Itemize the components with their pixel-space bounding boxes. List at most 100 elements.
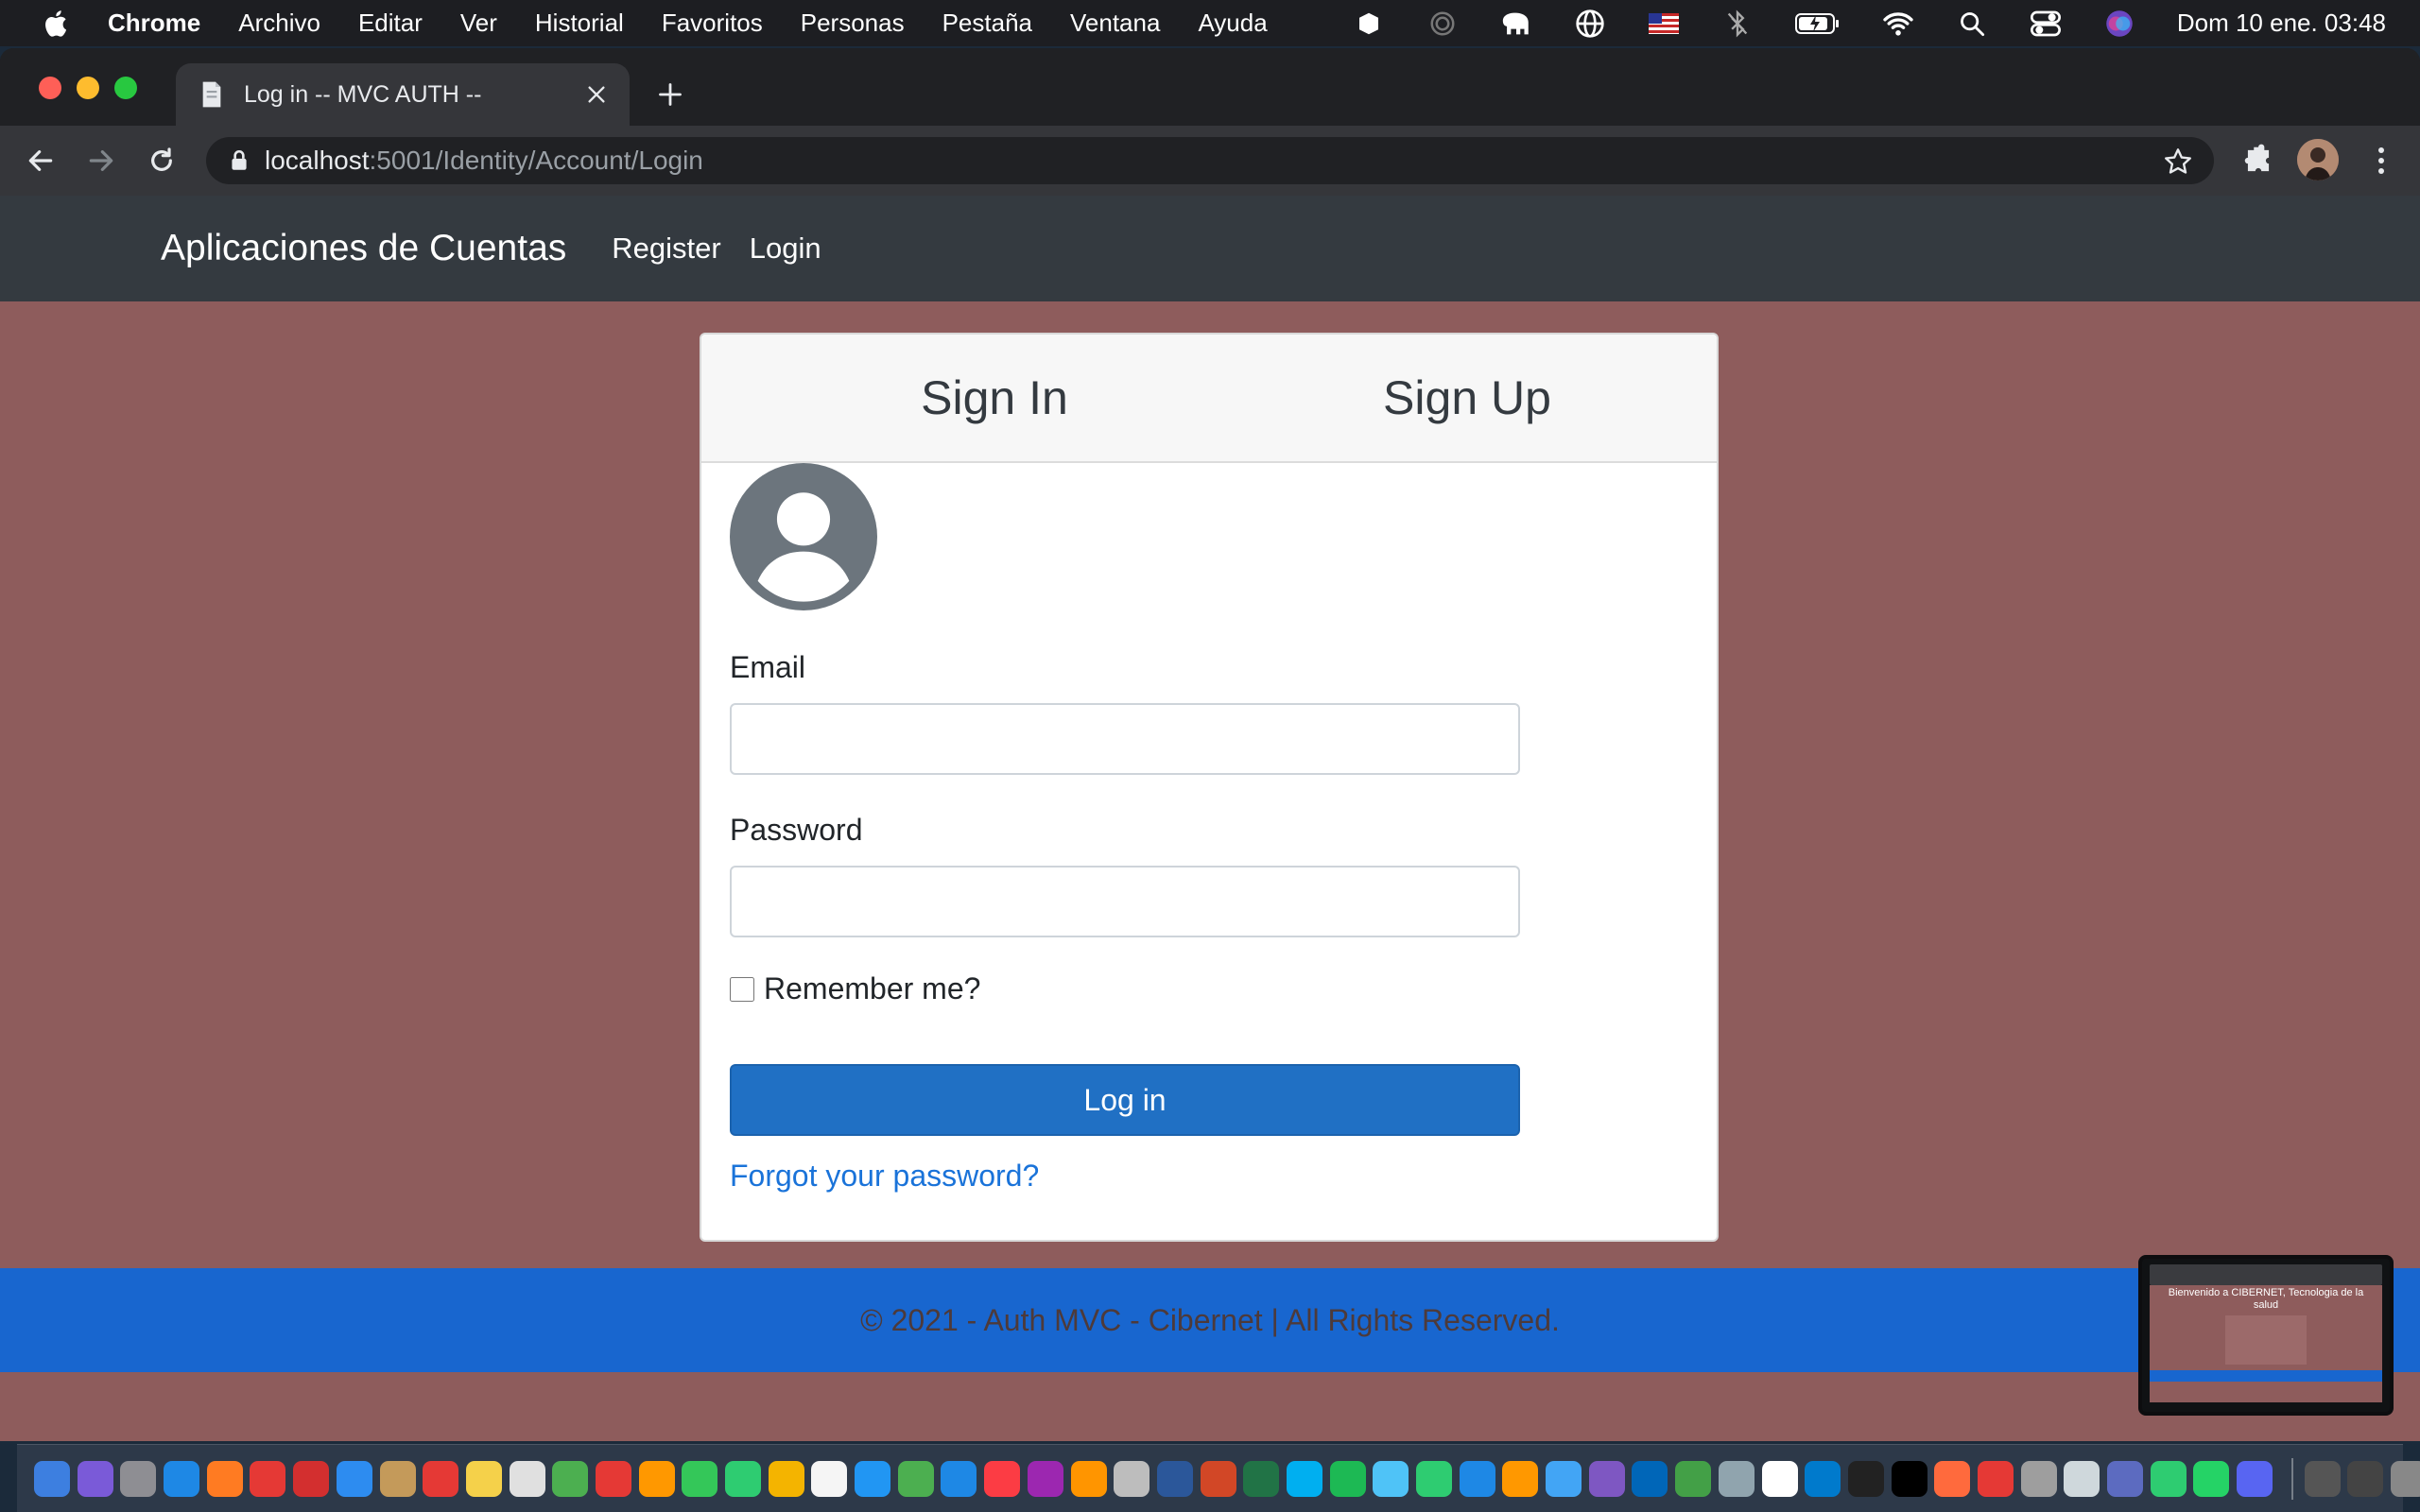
spotlight-search-icon[interactable]: [1956, 8, 1988, 40]
dock-app-icon[interactable]: [1805, 1460, 1841, 1497]
nav-register-link[interactable]: Register: [612, 232, 720, 266]
dock-app-icon[interactable]: [2150, 1460, 2187, 1497]
screenshot-thumbnail[interactable]: Bienvenido a CIBERNET, Tecnologia de la …: [2138, 1255, 2394, 1416]
reload-icon[interactable]: [144, 143, 180, 179]
log-in-button[interactable]: Log in: [730, 1064, 1520, 1136]
menu-personas[interactable]: Personas: [801, 9, 905, 38]
dock-app-icon[interactable]: [77, 1460, 113, 1497]
dock-app-icon[interactable]: [725, 1460, 761, 1497]
profile-avatar[interactable]: [2297, 139, 2339, 180]
dock-app-icon[interactable]: [941, 1460, 977, 1497]
control-center-icon[interactable]: [2030, 8, 2062, 40]
dock-app-icon[interactable]: [1718, 1460, 1754, 1497]
dock-app-icon[interactable]: [595, 1460, 631, 1497]
dock-app-icon[interactable]: [2237, 1460, 2273, 1497]
dock-minimized-window-icon[interactable]: [2304, 1460, 2341, 1497]
dock-minimized-window-icon[interactable]: [2391, 1460, 2420, 1497]
dock-app-icon[interactable]: [897, 1460, 934, 1497]
dock-app-icon[interactable]: [1977, 1460, 2014, 1497]
bluetooth-off-icon[interactable]: [1721, 8, 1754, 40]
dock-app-icon[interactable]: [1070, 1460, 1107, 1497]
menubar-clock[interactable]: Dom 10 ene. 03:48: [2177, 9, 2386, 38]
back-icon[interactable]: [23, 143, 59, 179]
dock-app-icon[interactable]: [2020, 1460, 2057, 1497]
dock-app-icon[interactable]: [1761, 1460, 1798, 1497]
dock-app-icon[interactable]: [984, 1460, 1021, 1497]
dock-app-icon[interactable]: [768, 1460, 804, 1497]
menu-editar[interactable]: Editar: [358, 9, 423, 38]
remember-me-label[interactable]: Remember me?: [764, 971, 980, 1006]
apple-icon[interactable]: [40, 7, 74, 41]
dock-app-icon[interactable]: [638, 1460, 675, 1497]
battery-icon[interactable]: [1794, 8, 1841, 40]
dock-app-icon[interactable]: [379, 1460, 416, 1497]
spinner-status-icon[interactable]: [1426, 8, 1459, 40]
password-input[interactable]: [730, 866, 1520, 937]
dock-app-icon[interactable]: [336, 1460, 372, 1497]
dock-app-icon[interactable]: [465, 1460, 502, 1497]
lock-icon[interactable]: [227, 148, 251, 173]
tab-sign-in[interactable]: Sign In: [843, 335, 1146, 461]
remember-me-checkbox[interactable]: [730, 977, 754, 1002]
close-tab-icon[interactable]: [582, 80, 611, 109]
dock-minimized-window-icon[interactable]: [2347, 1460, 2384, 1497]
tab-sign-up[interactable]: Sign Up: [1316, 335, 1618, 461]
siri-icon[interactable]: [2103, 8, 2135, 40]
dock-app-icon[interactable]: [1588, 1460, 1625, 1497]
dock-app-icon[interactable]: [509, 1460, 545, 1497]
dock-app-icon[interactable]: [250, 1460, 286, 1497]
cube-status-icon[interactable]: [1353, 8, 1385, 40]
dock-app-icon[interactable]: [1286, 1460, 1322, 1497]
dock-app-icon[interactable]: [2064, 1460, 2100, 1497]
dock-app-icon[interactable]: [206, 1460, 243, 1497]
dock-app-icon[interactable]: [1200, 1460, 1236, 1497]
dock-app-icon[interactable]: [164, 1460, 200, 1497]
dock-app-icon[interactable]: [120, 1460, 157, 1497]
site-brand-link[interactable]: Aplicaciones de Cuentas: [161, 228, 566, 269]
dock-app-icon[interactable]: [293, 1460, 330, 1497]
dock-app-icon[interactable]: [1632, 1460, 1668, 1497]
dock-app-icon[interactable]: [1675, 1460, 1712, 1497]
forgot-password-link[interactable]: Forgot your password?: [730, 1159, 1039, 1194]
dock-app-icon[interactable]: [1459, 1460, 1495, 1497]
dock-app-icon[interactable]: [1373, 1460, 1409, 1497]
us-flag-icon[interactable]: [1648, 8, 1680, 40]
dock-app-icon[interactable]: [1243, 1460, 1280, 1497]
dock-app-icon[interactable]: [2193, 1460, 2230, 1497]
dock-app-icon[interactable]: [1156, 1460, 1193, 1497]
menu-archivo[interactable]: Archivo: [238, 9, 320, 38]
dock-app-icon[interactable]: [811, 1460, 848, 1497]
dock-app-icon[interactable]: [1502, 1460, 1539, 1497]
elephant-status-icon[interactable]: [1500, 8, 1532, 40]
tab-login[interactable]: Log in -- MVC AUTH --: [176, 63, 630, 126]
dock-app-icon[interactable]: [1546, 1460, 1582, 1497]
nav-login-link[interactable]: Login: [750, 232, 821, 266]
dock-app-icon[interactable]: [423, 1460, 459, 1497]
menu-historial[interactable]: Historial: [535, 9, 624, 38]
dock-app-icon[interactable]: [682, 1460, 718, 1497]
menu-favoritos[interactable]: Favoritos: [662, 9, 763, 38]
chrome-menu-icon[interactable]: [2363, 143, 2399, 179]
menu-ventana[interactable]: Ventana: [1070, 9, 1160, 38]
dock-app-icon[interactable]: [855, 1460, 891, 1497]
close-window-button[interactable]: [39, 77, 61, 99]
minimize-window-button[interactable]: [77, 77, 99, 99]
dock-app-icon[interactable]: [1114, 1460, 1150, 1497]
bookmark-star-icon[interactable]: [2163, 146, 2193, 177]
dock-app-icon[interactable]: [2107, 1460, 2143, 1497]
new-tab-icon[interactable]: [654, 78, 686, 111]
dock-app-icon[interactable]: [1891, 1460, 1927, 1497]
address-bar[interactable]: localhost:5001/Identity/Account/Login: [206, 137, 2214, 184]
dock-app-icon[interactable]: [34, 1460, 70, 1497]
globe-status-icon[interactable]: [1574, 8, 1606, 40]
menu-ver[interactable]: Ver: [460, 9, 497, 38]
menu-pestana[interactable]: Pestaña: [942, 9, 1032, 38]
menu-app-name[interactable]: Chrome: [108, 9, 200, 38]
dock-app-icon[interactable]: [552, 1460, 589, 1497]
dock-app-icon[interactable]: [1027, 1460, 1063, 1497]
extensions-puzzle-icon[interactable]: [2240, 143, 2276, 179]
dock-app-icon[interactable]: [1329, 1460, 1366, 1497]
dock-app-icon[interactable]: [1416, 1460, 1452, 1497]
email-input[interactable]: [730, 703, 1520, 775]
dock-app-icon[interactable]: [1934, 1460, 1971, 1497]
